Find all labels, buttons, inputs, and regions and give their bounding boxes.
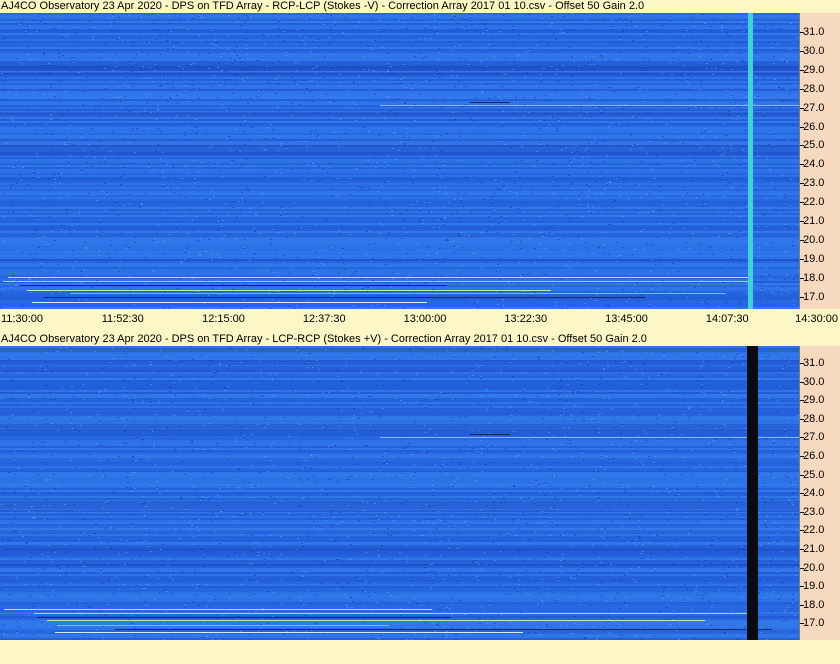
- frequency-tick-label: 17.0: [799, 290, 825, 303]
- panel-2-spectrogram-image: [0, 346, 799, 640]
- time-tick-label: 11:30:00: [1, 313, 44, 325]
- frequency-tick-label: 30.0: [799, 375, 825, 388]
- time-tick-label: 14:07:30: [705, 313, 749, 325]
- frequency-tick-label: 26.0: [799, 450, 825, 462]
- frequency-tick-label: 18.0: [799, 271, 825, 284]
- panel-2-title: AJ4CO Observatory 23 Apr 2020 - DPS on T…: [0, 333, 840, 346]
- panel-1-spectrogram: [0, 13, 799, 309]
- frequency-tick-label: 24.0: [799, 158, 825, 171]
- frequency-tick-label: 19.0: [799, 252, 825, 265]
- frequency-tick-label: 28.0: [799, 412, 825, 425]
- bottom-status-strip: [0, 640, 840, 664]
- frequency-tick-label: 18.0: [799, 598, 825, 611]
- frequency-tick-label: 23.0: [799, 505, 825, 518]
- frequency-tick-label: 31.0: [799, 26, 825, 38]
- time-tick-label: 12:15:00: [202, 313, 245, 325]
- time-tick-label: 11:52:30: [101, 313, 144, 325]
- frequency-tick-label: 27.0: [799, 431, 825, 444]
- frequency-tick-label: 20.0: [799, 561, 825, 574]
- panel-2-spectrogram: [0, 346, 799, 640]
- panel-1-title: AJ4CO Observatory 23 Apr 2020 - DPS on T…: [0, 0, 840, 13]
- frequency-tick-label: 28.0: [799, 82, 825, 95]
- frequency-tick-label: 31.0: [799, 357, 825, 369]
- frequency-tick-label: 29.0: [799, 63, 825, 76]
- frequency-tick-label: 25.0: [799, 468, 825, 481]
- frequency-tick-label: 22.0: [799, 524, 825, 537]
- frequency-tick-label: 24.0: [799, 487, 825, 500]
- interference-column: [748, 13, 753, 309]
- time-axis: 11:30:00 11:52:30 12:15:00 12:37:30 13:00:00…: [0, 309, 840, 331]
- time-tick-label: 13:45:00: [605, 313, 648, 325]
- frequency-tick-label: 19.0: [799, 580, 825, 593]
- frequency-tick-label: 21.0: [799, 215, 825, 227]
- time-tick-label: 14:30:00: [795, 313, 838, 325]
- time-tick-label: 12:37:30: [302, 313, 346, 325]
- frequency-tick-label: 27.0: [799, 101, 825, 114]
- frequency-tick-label: 23.0: [799, 177, 825, 190]
- panel-1-spectrogram-image: [0, 13, 799, 309]
- frequency-tick-label: 20.0: [799, 233, 825, 246]
- frequency-tick-label: 22.0: [799, 196, 825, 209]
- panel-1-frequency-axis: 31.0 30.0 29.0 28.0 27.0 26.0 25.0 24.0 23.0 22.0…: [799, 13, 840, 309]
- frequency-tick-label: 26.0: [799, 120, 825, 133]
- frequency-tick-label: 21.0: [799, 543, 825, 555]
- frequency-tick-label: 17.0: [799, 617, 825, 630]
- frequency-tick-label: 29.0: [799, 394, 825, 407]
- interference-column: [747, 346, 758, 640]
- time-tick-label: 13:00:00: [403, 313, 447, 325]
- frequency-tick-label: 30.0: [799, 44, 825, 57]
- panel-2-frequency-axis: 31.0 30.0 29.0 28.0 27.0 26.0 25.0 24.0 23.0 22.0…: [799, 346, 840, 640]
- frequency-tick-label: 25.0: [799, 139, 825, 152]
- time-tick-label: 13:22:30: [504, 313, 548, 325]
